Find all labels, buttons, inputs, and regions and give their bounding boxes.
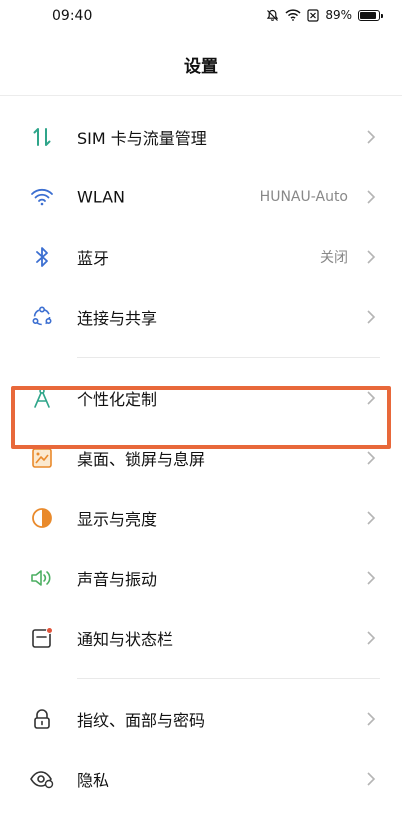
chevron-right-icon (367, 190, 376, 204)
notification-icon (28, 624, 56, 652)
settings-list: SIM 卡与流量管理 WLAN HUNAU-Auto 蓝牙 关闭 连接与共享 个… (0, 107, 402, 809)
sim-data-icon (28, 123, 56, 151)
wifi-icon (28, 183, 56, 211)
bluetooth-icon (28, 243, 56, 271)
settings-item-label: 蓝牙 (77, 249, 110, 268)
chevron-right-icon (367, 772, 376, 786)
sound-icon (28, 564, 56, 592)
settings-item-desktop-lockscreen[interactable]: 桌面、锁屏与息屏 (0, 428, 402, 488)
settings-item-display[interactable]: 显示与亮度 (0, 488, 402, 548)
settings-item-wlan[interactable]: WLAN HUNAU-Auto (0, 167, 402, 227)
mute-bell-icon (266, 9, 279, 22)
wlan-network-name: HUNAU-Auto (259, 189, 348, 205)
chevron-right-icon (367, 310, 376, 324)
chevron-right-icon (367, 391, 376, 405)
settings-item-connection[interactable]: 连接与共享 (0, 287, 402, 347)
settings-item-fingerprint[interactable]: 指纹、面部与密码 (0, 689, 402, 749)
divider (77, 357, 380, 358)
status-bar: 09:40 89% (0, 0, 402, 34)
chevron-right-icon (367, 130, 376, 144)
settings-item-label: 显示与亮度 (77, 510, 158, 529)
wallpaper-icon (28, 444, 56, 472)
no-sim-icon (307, 8, 319, 22)
privacy-eye-icon (28, 765, 56, 793)
lock-icon (28, 705, 56, 733)
settings-item-label: 隐私 (77, 771, 110, 790)
settings-item-bluetooth[interactable]: 蓝牙 关闭 (0, 227, 402, 287)
chevron-right-icon (367, 511, 376, 525)
chevron-right-icon (367, 631, 376, 645)
page-title: 设置 (184, 57, 218, 77)
bluetooth-status: 关闭 (320, 250, 348, 266)
brightness-icon (28, 504, 56, 532)
settings-item-notifications[interactable]: 通知与状态栏 (0, 608, 402, 668)
personalization-icon (28, 384, 56, 412)
settings-item-label: WLAN (77, 187, 126, 207)
chevron-right-icon (367, 571, 376, 585)
battery-icon (358, 9, 383, 21)
settings-item-label: SIM 卡与流量管理 (77, 129, 207, 148)
title-bar: 设置 (0, 34, 402, 96)
divider (77, 678, 380, 679)
status-time: 09:40 (52, 8, 93, 24)
settings-item-privacy[interactable]: 隐私 (0, 749, 402, 809)
settings-item-label: 通知与状态栏 (77, 630, 174, 649)
settings-item-sound[interactable]: 声音与振动 (0, 548, 402, 608)
status-icons: 89% (266, 8, 383, 22)
settings-item-label: 指纹、面部与密码 (77, 711, 206, 730)
chevron-right-icon (367, 451, 376, 465)
chevron-right-icon (367, 250, 376, 264)
connection-share-icon (28, 303, 56, 331)
chevron-right-icon (367, 712, 376, 726)
settings-item-label: 声音与振动 (77, 570, 158, 589)
settings-item-label: 个性化定制 (77, 390, 158, 409)
settings-item-label: 连接与共享 (77, 309, 158, 328)
settings-item-label: 桌面、锁屏与息屏 (77, 450, 206, 469)
settings-item-personalization[interactable]: 个性化定制 (0, 368, 402, 428)
battery-percent: 89% (325, 8, 352, 22)
wifi-status-icon (285, 9, 301, 21)
settings-item-sim[interactable]: SIM 卡与流量管理 (0, 107, 402, 167)
